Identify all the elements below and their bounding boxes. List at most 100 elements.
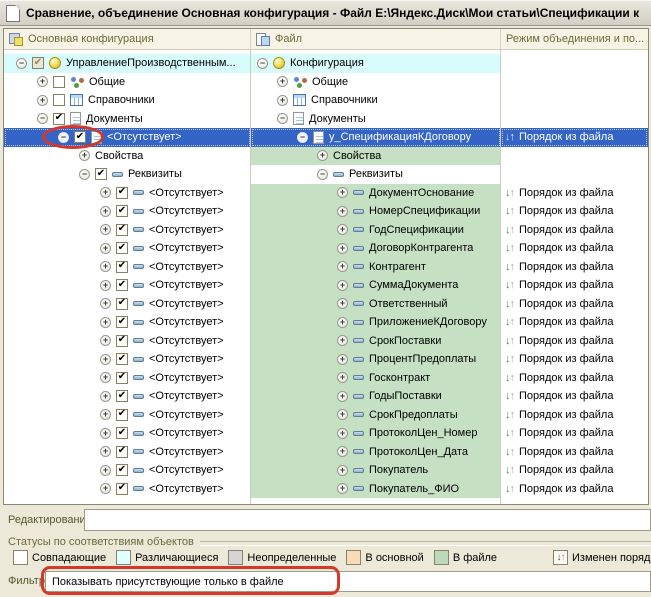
main-config-cell[interactable]: + <Отсутствует> [4, 276, 251, 295]
main-config-cell[interactable]: + <Отсутствует> [4, 258, 251, 277]
expand-icon[interactable]: + [100, 279, 111, 291]
tree-row[interactable]: + <Отсутствует> + ПротоколЦен_Номер ↓↑ Порядо… [4, 424, 648, 443]
merge-mode-cell[interactable]: ↓↑ Порядок из файла [501, 443, 648, 462]
file-cell[interactable]: + ДокументОснование [251, 183, 501, 202]
expand-icon[interactable]: + [337, 372, 348, 384]
tree-row[interactable]: + Свойства + Свойства [4, 146, 648, 166]
expand-icon[interactable]: + [100, 261, 111, 273]
checkbox[interactable] [116, 371, 128, 384]
expand-icon[interactable]: + [100, 298, 111, 310]
merge-mode-cell[interactable]: ↓↑ Порядок из файла [501, 258, 648, 277]
merge-mode-cell[interactable]: ↓↑ Порядок из файла [501, 350, 648, 369]
merge-mode-cell[interactable]: ↓↑ Порядок из файла [501, 184, 648, 203]
expand-icon[interactable]: + [100, 446, 111, 458]
main-config-cell[interactable]: + Свойства [4, 147, 251, 166]
file-cell[interactable]: + Общие [251, 73, 501, 92]
file-cell[interactable]: − Реквизиты [251, 165, 501, 184]
editing-input[interactable] [84, 509, 651, 531]
tree-row[interactable]: + <Отсутствует> + ГодыПоставки ↓↑ Порядок из … [4, 387, 648, 406]
main-config-cell[interactable]: + <Отсутствует> [4, 461, 251, 480]
expand-icon[interactable]: + [100, 372, 111, 384]
checkbox[interactable] [53, 112, 65, 125]
expand-icon[interactable]: + [37, 94, 48, 106]
checkbox[interactable] [116, 482, 128, 495]
tree-row[interactable]: + <Отсутствует> + ДокументОснование ↓↑ Порядо… [4, 183, 648, 203]
filter-input[interactable] [45, 571, 651, 592]
expand-icon[interactable]: + [100, 316, 111, 328]
merge-mode-cell[interactable]: ↓↑ Порядок из файла [501, 276, 648, 295]
main-config-cell[interactable]: + Справочники [4, 91, 251, 110]
main-config-cell[interactable]: + <Отсутствует> [4, 443, 251, 462]
expand-icon[interactable]: + [337, 483, 348, 495]
main-config-cell[interactable]: + <Отсутствует> [4, 313, 251, 332]
main-config-cell[interactable]: − <Отсутствует> [4, 128, 251, 147]
merge-mode-cell[interactable]: ↓↑ Порядок из файла [501, 221, 648, 240]
expand-icon[interactable]: + [337, 335, 348, 347]
checkbox[interactable] [116, 408, 128, 421]
expand-icon[interactable]: + [317, 150, 328, 162]
main-config-cell[interactable]: + <Отсутствует> [4, 239, 251, 258]
main-config-cell[interactable]: + <Отсутствует> [4, 369, 251, 388]
merge-mode-cell[interactable]: ↓↑ Порядок из файла [501, 332, 648, 351]
tree-row[interactable]: + <Отсутствует> + СрокПоставки ↓↑ Порядок из … [4, 331, 648, 351]
file-cell[interactable]: + ПроцентПредоплаты [251, 350, 501, 369]
merge-mode-cell[interactable]: ↓↑ Порядок из файла [501, 480, 648, 499]
checkbox[interactable] [95, 168, 107, 181]
merge-mode-cell[interactable]: ↓↑ Порядок из файла [501, 369, 648, 388]
merge-mode-cell[interactable]: ↓↑ Порядок из файла [501, 424, 648, 443]
merge-mode-cell[interactable] [501, 73, 648, 92]
file-cell[interactable]: + СрокПредоплаты [251, 405, 501, 424]
file-cell[interactable]: + Справочники [251, 91, 501, 110]
expand-icon[interactable]: + [100, 224, 111, 236]
main-config-cell[interactable]: − Реквизиты [4, 165, 251, 184]
expand-icon[interactable]: + [337, 390, 348, 402]
tree-row[interactable]: + <Отсутствует> + СрокПредоплаты ↓↑ Порядок и… [4, 405, 648, 425]
expand-icon[interactable]: + [100, 464, 111, 476]
file-cell[interactable]: + ПриложениеКДоговору [251, 313, 501, 332]
expand-icon[interactable]: + [337, 187, 348, 199]
expand-icon[interactable]: + [100, 483, 111, 495]
file-cell[interactable]: + ГодСпецификации [251, 220, 501, 239]
checkbox[interactable] [116, 445, 128, 458]
checkbox[interactable] [116, 205, 128, 218]
expand-icon[interactable]: + [100, 409, 111, 421]
file-cell[interactable]: − Документы [251, 110, 501, 129]
tree-row[interactable]: + <Отсутствует> + Покупатель_ФИО ↓↑ Порядок и… [4, 479, 648, 499]
checkbox[interactable] [32, 57, 44, 70]
collapse-icon[interactable]: − [297, 131, 308, 143]
file-cell[interactable]: + ПротоколЦен_Номер [251, 424, 501, 443]
merge-mode-cell[interactable] [501, 165, 648, 184]
checkbox[interactable] [116, 260, 128, 273]
expand-icon[interactable]: + [37, 76, 48, 88]
file-cell[interactable]: + Свойства [251, 146, 501, 165]
expand-icon[interactable]: + [277, 76, 288, 88]
file-cell[interactable]: + Ответственный [251, 294, 501, 313]
main-config-cell[interactable]: + <Отсутствует> [4, 202, 251, 221]
checkbox[interactable] [116, 464, 128, 477]
tree-row[interactable]: + <Отсутствует> + ПриложениеКДоговору ↓↑ Поря… [4, 313, 648, 332]
file-cell[interactable]: − Конфигурация [251, 54, 501, 73]
main-config-cell[interactable]: − Документы [4, 110, 251, 129]
checkbox[interactable] [116, 427, 128, 440]
checkbox[interactable] [116, 297, 128, 310]
collapse-icon[interactable]: − [37, 113, 48, 125]
expand-icon[interactable]: + [337, 242, 348, 254]
main-config-cell[interactable]: + <Отсутствует> [4, 387, 251, 406]
main-config-cell[interactable]: + <Отсутствует> [4, 406, 251, 425]
expand-icon[interactable]: + [337, 224, 348, 236]
expand-icon[interactable]: + [337, 446, 348, 458]
merge-mode-cell[interactable]: ↓↑ Порядок из файла [501, 295, 648, 314]
merge-mode-cell[interactable] [501, 147, 648, 166]
file-cell[interactable]: + СуммаДокумента [251, 276, 501, 295]
expand-icon[interactable]: + [337, 261, 348, 273]
tree-row[interactable]: + <Отсутствует> + Контрагент ↓↑ Порядок из фа… [4, 257, 648, 277]
checkbox[interactable] [116, 316, 128, 329]
tree-row[interactable]: − Документы − Документы [4, 110, 648, 129]
checkbox[interactable] [53, 75, 65, 88]
checkbox[interactable] [116, 390, 128, 403]
merge-mode-cell[interactable]: ↓↑ Порядок из файла [501, 128, 648, 147]
main-config-cell[interactable]: + <Отсутствует> [4, 424, 251, 443]
expand-icon[interactable]: + [100, 187, 111, 199]
tree-row[interactable]: + <Отсутствует> + Покупатель ↓↑ Порядок из фа… [4, 461, 648, 480]
expand-icon[interactable]: + [337, 279, 348, 291]
